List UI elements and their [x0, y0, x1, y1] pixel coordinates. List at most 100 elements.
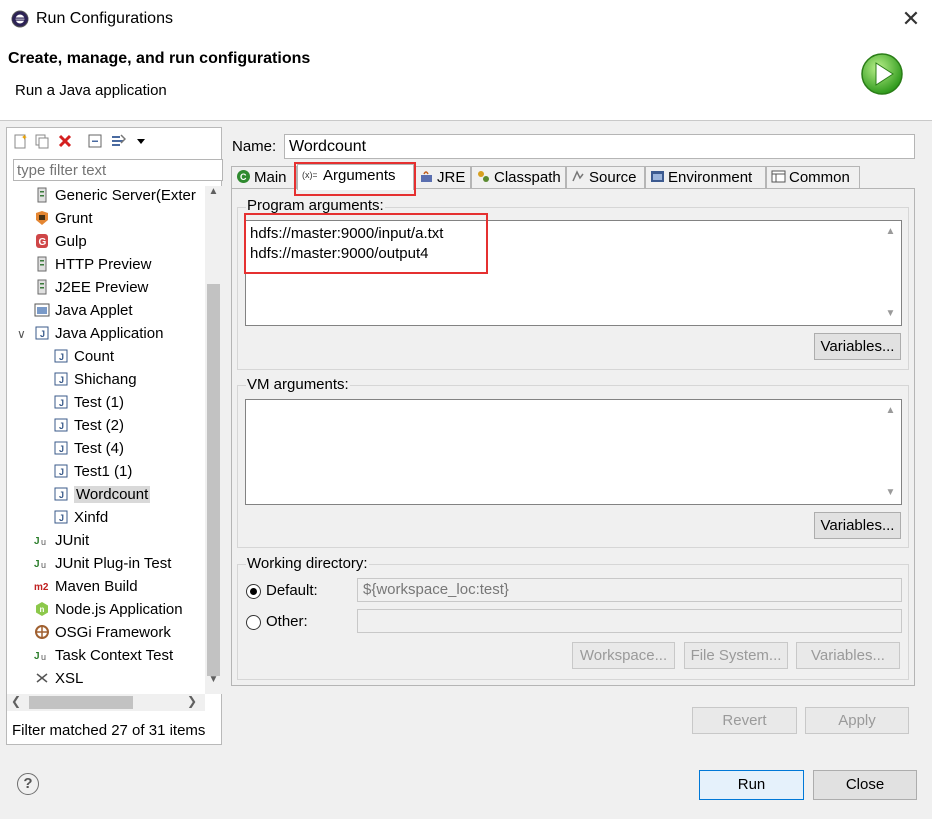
- tree-item[interactable]: n Node.js Application: [34, 598, 183, 621]
- tree-item[interactable]: J Count: [53, 345, 114, 368]
- osgi-icon: [35, 625, 49, 639]
- workspace-button[interactable]: Workspace...: [572, 642, 675, 669]
- default-dir-field: ${workspace_loc:test}: [357, 578, 902, 602]
- tree-item[interactable]: J Test (2): [53, 414, 124, 437]
- delete-icon[interactable]: [57, 133, 73, 149]
- tree-item-label: Maven Build: [55, 578, 138, 595]
- tree-item-label: Gulp: [55, 233, 87, 250]
- tree-item[interactable]: J Shichang: [53, 368, 137, 391]
- tab-classpath[interactable]: Classpath: [471, 166, 566, 189]
- dropdown-arrow-icon[interactable]: [133, 133, 149, 149]
- scroll-down-icon[interactable]: ▼: [882, 487, 899, 498]
- other-radio[interactable]: [246, 615, 261, 630]
- filter-input[interactable]: [13, 159, 223, 181]
- duplicate-icon[interactable]: [34, 133, 50, 149]
- scroll-up-icon[interactable]: ▲: [882, 405, 899, 416]
- scroll-up-icon[interactable]: ▲: [882, 226, 899, 237]
- svg-text:J: J: [59, 352, 64, 362]
- tree-item[interactable]: Ju Task Context Test: [34, 644, 173, 667]
- tab-classpath-label: Classpath: [494, 169, 561, 186]
- chevron-down-icon[interactable]: ∨: [17, 327, 26, 341]
- xsl-icon: [36, 673, 48, 683]
- java-app-icon: J: [54, 441, 68, 455]
- svg-text:J: J: [59, 421, 64, 431]
- tree-item[interactable]: J Xinfd: [53, 506, 108, 529]
- name-field[interactable]: [284, 134, 915, 159]
- tree-item-label: JUnit Plug-in Test: [55, 555, 172, 572]
- tree-item[interactable]: OSGi Framework: [34, 621, 171, 644]
- tree-item[interactable]: Ju JUnit Plug-in Test: [34, 552, 171, 575]
- tab-jre[interactable]: JRE: [414, 166, 471, 189]
- dialog-subtitle: Run a Java application: [15, 82, 167, 99]
- file-system-button[interactable]: File System...: [684, 642, 788, 669]
- close-button[interactable]: Close: [813, 770, 917, 800]
- tree-item[interactable]: J Wordcount: [53, 483, 151, 506]
- run-button[interactable]: Run: [699, 770, 804, 800]
- working-dir-label: Working directory:: [246, 555, 369, 572]
- nodejs-icon: n: [36, 602, 48, 616]
- tree-item-label: Test1 (1): [74, 463, 133, 480]
- svg-text:J: J: [34, 559, 40, 570]
- tree-item[interactable]: J Test (4): [53, 437, 124, 460]
- scroll-thumb[interactable]: [29, 696, 133, 709]
- tab-source[interactable]: Source: [566, 166, 645, 189]
- tree-item[interactable]: Java Applet: [34, 299, 133, 322]
- tab-common[interactable]: Common: [766, 166, 860, 189]
- tree-item[interactable]: J Test (1): [53, 391, 124, 414]
- environment-icon: [651, 171, 664, 182]
- collapse-all-icon[interactable]: [87, 133, 103, 149]
- grunt-icon: [36, 211, 48, 225]
- main-tab-icon: C: [237, 170, 250, 183]
- tree-item[interactable]: G Gulp: [34, 230, 87, 253]
- scroll-left-icon[interactable]: ❮: [11, 694, 21, 708]
- tab-main[interactable]: C Main: [231, 166, 297, 189]
- scroll-down-icon[interactable]: ▼: [882, 308, 899, 319]
- tree-item[interactable]: Ju JUnit: [34, 529, 89, 552]
- tree-item-label: OSGi Framework: [55, 624, 171, 641]
- config-type-panel: ✦ Generic Server(Exter Grunt G Gulp HTTP Pre…: [6, 127, 223, 745]
- scroll-up-icon[interactable]: ▲: [205, 186, 222, 202]
- tree-item[interactable]: Grunt: [34, 207, 93, 230]
- tree-item[interactable]: m2 Maven Build: [34, 575, 138, 598]
- tab-environment-label: Environment: [668, 169, 753, 186]
- close-window-icon[interactable]: ✕: [896, 4, 926, 34]
- common-icon: [771, 170, 786, 183]
- java-app-icon: J: [54, 464, 68, 478]
- tree-horizontal-scrollbar[interactable]: ❮ ❯: [7, 694, 205, 711]
- new-config-icon[interactable]: ✦: [12, 133, 28, 149]
- vm-args-textarea[interactable]: [245, 399, 902, 505]
- tab-jre-label: JRE: [437, 169, 466, 186]
- tree-item-label: Grunt: [55, 210, 93, 227]
- maven-icon: m2: [34, 582, 49, 593]
- scroll-right-icon[interactable]: ❯: [187, 694, 197, 708]
- filter-icon[interactable]: [110, 133, 126, 149]
- eclipse-icon: [11, 10, 29, 28]
- tree-item[interactable]: HTTP Preview: [34, 253, 151, 276]
- tab-environment[interactable]: Environment: [645, 166, 766, 189]
- tree-item[interactable]: XSL: [34, 667, 83, 690]
- revert-button[interactable]: Revert: [692, 707, 797, 734]
- tree-item[interactable]: Generic Server(Exter: [34, 186, 196, 207]
- tree-item[interactable]: J2EE Preview: [34, 276, 148, 299]
- server-icon: [37, 187, 47, 203]
- vm-variables-button[interactable]: Variables...: [814, 512, 901, 539]
- tab-common-label: Common: [789, 169, 850, 186]
- program-variables-button[interactable]: Variables...: [814, 333, 901, 360]
- default-radio[interactable]: [246, 584, 261, 599]
- help-icon[interactable]: ?: [17, 773, 39, 795]
- tab-arguments[interactable]: (x)= Arguments: [297, 164, 414, 190]
- svg-text:u: u: [41, 560, 46, 570]
- tree-item-label: J2EE Preview: [55, 279, 149, 296]
- applet-icon: [34, 303, 50, 317]
- scroll-thumb[interactable]: [207, 284, 220, 676]
- dir-variables-button[interactable]: Variables...: [796, 642, 900, 669]
- apply-button[interactable]: Apply: [805, 707, 909, 734]
- tree-vertical-scrollbar[interactable]: ▲ ▼: [205, 186, 222, 694]
- svg-text:J: J: [59, 490, 64, 500]
- tree-item[interactable]: J Test1 (1): [53, 460, 132, 483]
- tab-source-label: Source: [589, 169, 637, 186]
- scroll-down-icon[interactable]: ▼: [205, 674, 222, 690]
- tree-item[interactable]: J Java Application: [34, 322, 163, 345]
- svg-text:G: G: [39, 237, 47, 248]
- other-label: Other:: [266, 613, 308, 630]
